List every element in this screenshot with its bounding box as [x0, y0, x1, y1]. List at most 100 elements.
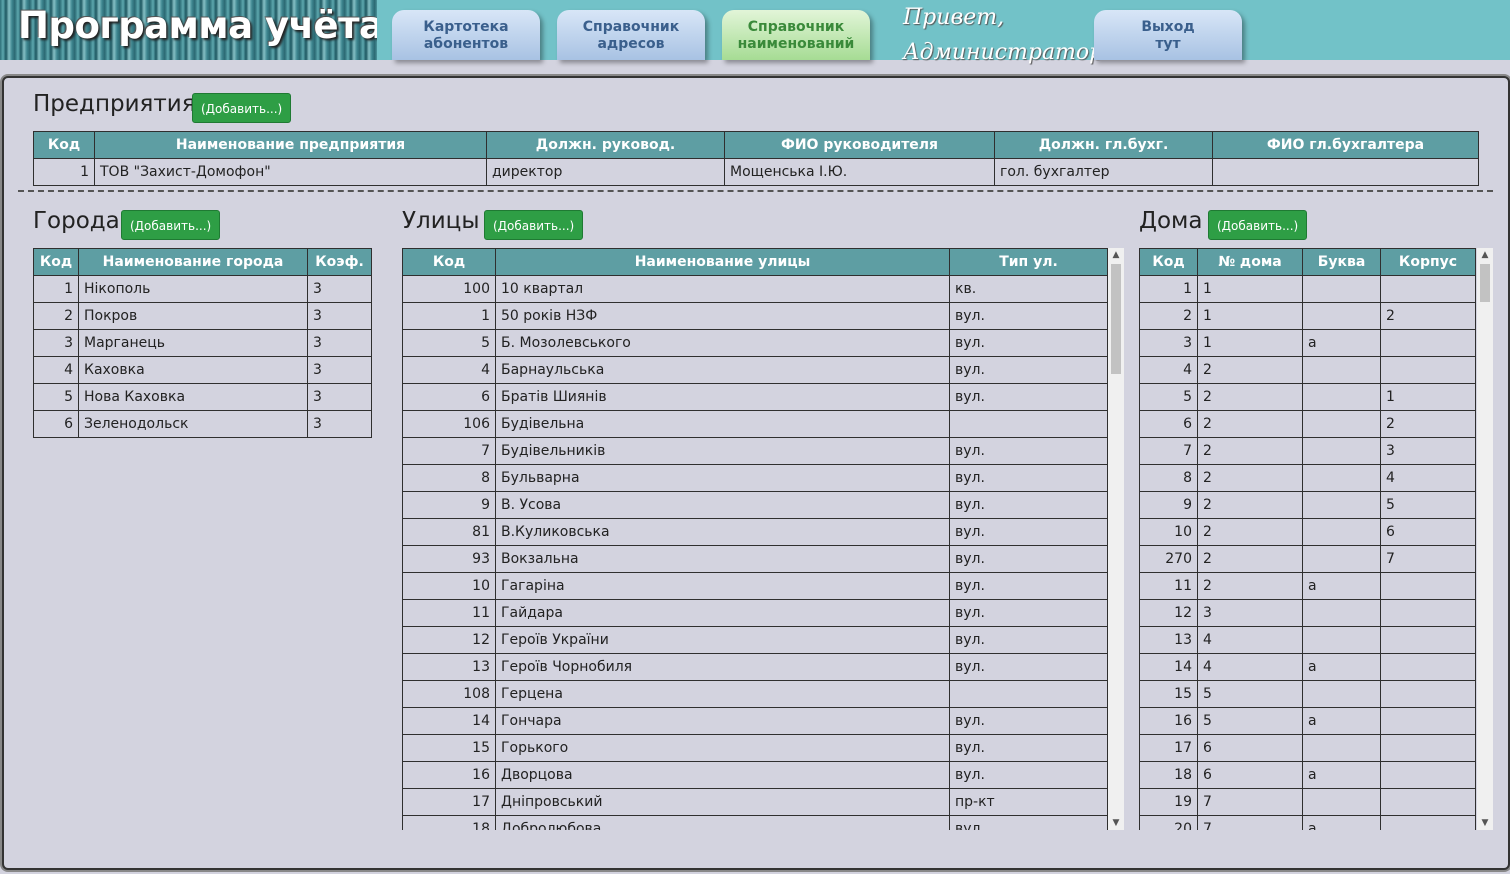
- table-row[interactable]: 5 Б. Мозолевського вул.: [402, 329, 1108, 357]
- table-cell: [1302, 437, 1381, 465]
- table-row[interactable]: 4 Барнаульська вул.: [402, 356, 1108, 384]
- table-row[interactable]: 19 7: [1139, 788, 1476, 816]
- table-cell: 14: [1139, 653, 1198, 681]
- table-cell: [1302, 788, 1381, 816]
- table-row[interactable]: 622: [1139, 410, 1476, 438]
- table-cell: 11: [402, 599, 496, 627]
- houses-scroll-area[interactable]: Код № дома Буква Корпус 1121231а42521622723…: [1139, 248, 1493, 830]
- scroll-up-arrow-icon[interactable]: ▲: [1477, 248, 1493, 262]
- table-row[interactable]: 2 Покров 3: [33, 302, 372, 330]
- table-row[interactable]: 11 Гайдара вул.: [402, 599, 1108, 627]
- nav-subscribers-button[interactable]: Картотека абонентов: [392, 10, 540, 60]
- table-cell: [1380, 734, 1476, 762]
- table-cell: В.Куликовська: [495, 518, 950, 546]
- table-row[interactable]: 108 Герцена: [402, 680, 1108, 708]
- scroll-down-arrow-icon[interactable]: ▼: [1477, 816, 1493, 830]
- table-row[interactable]: 6 Братів Шиянів вул.: [402, 383, 1108, 411]
- table-row[interactable]: 14 4 а: [1139, 653, 1476, 681]
- table-cell: 3: [1139, 329, 1198, 357]
- table-row[interactable]: 15 5: [1139, 680, 1476, 708]
- table-row[interactable]: 72 3: [1139, 437, 1476, 465]
- table-row[interactable]: 106 Будівельна: [402, 410, 1108, 438]
- app-title: Программа учёта: [18, 4, 377, 47]
- table-row[interactable]: 82 4: [1139, 464, 1476, 492]
- add-house-button[interactable]: (Добавить...): [1208, 210, 1308, 240]
- table-row[interactable]: 16 5 а: [1139, 707, 1476, 735]
- column-header: ФИО гл.бухгалтера: [1212, 131, 1479, 159]
- nav-exit-button[interactable]: Выход тут: [1094, 10, 1242, 60]
- table-row[interactable]: 31а: [1139, 329, 1476, 357]
- table-cell: директор: [486, 158, 725, 186]
- table-row[interactable]: 18 6 а: [1139, 761, 1476, 789]
- table-row[interactable]: 18 Добролюбова вул.: [402, 815, 1108, 830]
- table-row[interactable]: 17 Дніпровський пр-кт: [402, 788, 1108, 816]
- table-row[interactable]: 11: [1139, 275, 1476, 303]
- streets-scroll-area[interactable]: Код Наименование улицы Тип ул. 100 10 кварт…: [402, 248, 1124, 830]
- table-row[interactable]: 42: [1139, 356, 1476, 384]
- table-row[interactable]: 1 Нікополь 3: [33, 275, 372, 303]
- add-city-button[interactable]: (Добавить...): [121, 210, 221, 240]
- table-cell: 20: [1139, 815, 1198, 830]
- table-row[interactable]: 14 Гончара вул.: [402, 707, 1108, 735]
- nav-names-button[interactable]: Справочник наименований: [722, 10, 870, 60]
- table-cell: 7: [1197, 788, 1303, 816]
- table-cell: [1302, 680, 1381, 708]
- table-row[interactable]: 9 В. Усова вул.: [402, 491, 1108, 519]
- table-row[interactable]: 7 Будівельників вул.: [402, 437, 1108, 465]
- table-row[interactable]: 212: [1139, 302, 1476, 330]
- table-cell: [1302, 356, 1381, 384]
- enterprises-table: Код Наименование предприятия Должн. руково…: [33, 131, 1479, 186]
- table-row[interactable]: 17 6: [1139, 734, 1476, 762]
- table-row[interactable]: 15 Горького вул.: [402, 734, 1108, 762]
- table-cell: 15: [1139, 680, 1198, 708]
- add-street-button[interactable]: (Добавить...): [484, 210, 584, 240]
- table-row[interactable]: 13 4: [1139, 626, 1476, 654]
- table-row[interactable]: 1 ТОВ "Захист-Домофон" директор Мощенська І…: [33, 158, 1479, 186]
- table-cell: 100: [402, 275, 496, 303]
- table-row[interactable]: 93 Вокзальна вул.: [402, 545, 1108, 573]
- table-cell: 15: [402, 734, 496, 762]
- table-row[interactable]: 16 Дворцова вул.: [402, 761, 1108, 789]
- scroll-thumb[interactable]: [1480, 264, 1490, 302]
- table-row[interactable]: 8 Бульварна вул.: [402, 464, 1108, 492]
- table-cell: вул.: [949, 815, 1108, 830]
- table-cell: вул.: [949, 626, 1108, 654]
- houses-scrollbar[interactable]: ▲ ▼: [1477, 248, 1493, 830]
- table-row[interactable]: 270 2 7: [1139, 545, 1476, 573]
- table-cell: Гайдара: [495, 599, 950, 627]
- table-row[interactable]: 20 7 а: [1139, 815, 1476, 830]
- table-row[interactable]: 4 Каховка 3: [33, 356, 372, 384]
- table-row[interactable]: 12 3: [1139, 599, 1476, 627]
- table-row[interactable]: 100 10 квартал кв.: [402, 275, 1108, 303]
- table-cell: 12: [1139, 599, 1198, 627]
- table-cell: [1212, 158, 1479, 186]
- table-cell: Марганець: [78, 329, 308, 357]
- cities-title: Города: [33, 208, 120, 234]
- add-enterprise-button[interactable]: (Добавить...): [192, 93, 292, 123]
- nav-label: Справочник: [582, 19, 680, 35]
- table-cell: вул.: [949, 761, 1108, 789]
- scroll-down-arrow-icon[interactable]: ▼: [1108, 816, 1124, 830]
- streets-scrollbar[interactable]: ▲ ▼: [1108, 248, 1124, 830]
- scroll-thumb[interactable]: [1111, 264, 1121, 374]
- table-row[interactable]: 10 Гагаріна вул.: [402, 572, 1108, 600]
- table-cell: 10: [1139, 518, 1198, 546]
- table-row[interactable]: 5 Нова Каховка 3: [33, 383, 372, 411]
- table-row[interactable]: 11 2 а: [1139, 572, 1476, 600]
- table-row[interactable]: 10 2 6: [1139, 518, 1476, 546]
- table-row[interactable]: 12 Героїв України вул.: [402, 626, 1108, 654]
- table-cell: 3: [307, 275, 372, 303]
- table-cell: [1380, 275, 1476, 303]
- table-row[interactable]: 13 Героїв Чорнобиля вул.: [402, 653, 1108, 681]
- nav-addresses-button[interactable]: Справочник адресов: [557, 10, 705, 60]
- table-cell: Мощенська І.Ю.: [724, 158, 995, 186]
- table-cell: 10: [402, 572, 496, 600]
- table-row[interactable]: 1 50 років НЗФ вул.: [402, 302, 1108, 330]
- scroll-up-arrow-icon[interactable]: ▲: [1108, 248, 1124, 262]
- table-row[interactable]: 3 Марганець 3: [33, 329, 372, 357]
- table-row[interactable]: 52 1: [1139, 383, 1476, 411]
- table-cell: 1: [402, 302, 496, 330]
- table-row[interactable]: 6 Зеленодольск 3: [33, 410, 372, 438]
- table-row[interactable]: 81 В.Куликовська вул.: [402, 518, 1108, 546]
- table-row[interactable]: 92 5: [1139, 491, 1476, 519]
